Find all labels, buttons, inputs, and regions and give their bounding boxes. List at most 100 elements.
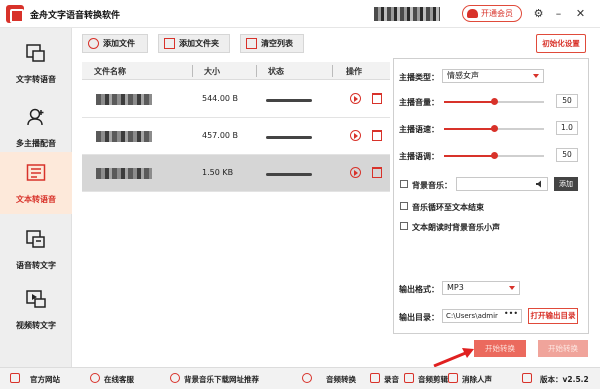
record-link[interactable]: 录音 — [384, 374, 399, 385]
website-link[interactable]: 官方网站 — [30, 374, 60, 385]
sidebar-item-text-to-speech[interactable]: 文字转语音 — [0, 32, 72, 94]
delete-icon[interactable] — [372, 93, 382, 104]
sidebar-item-speech-to-text[interactable]: 语音转文字 — [0, 218, 72, 280]
file-size: 1.50 KB — [202, 168, 234, 177]
add-folder-label: 添加文件夹 — [179, 39, 219, 48]
pitch-slider-fill — [444, 155, 494, 157]
column-divider — [192, 65, 193, 77]
table-row[interactable]: 1.50 KB — [82, 155, 390, 192]
bgm-file-input[interactable] — [456, 177, 548, 191]
column-divider — [256, 65, 257, 77]
chevron-down-icon — [533, 74, 539, 78]
audio-cut-link[interactable]: 音频剪辑 — [418, 374, 448, 385]
version-text: 版本：v2.5.2 — [540, 375, 589, 384]
progress-bar — [266, 136, 312, 139]
delete-icon[interactable] — [372, 167, 382, 178]
reset-settings-button[interactable]: 初始化设置 — [536, 34, 586, 53]
file-name — [96, 94, 152, 105]
volume-slider-fill — [444, 101, 494, 103]
open-output-dir-button[interactable]: 打开输出目录 — [528, 308, 578, 324]
sidebar-item-multi-voice[interactable]: 多主播配音 — [0, 96, 72, 158]
browse-button[interactable]: ••• — [502, 310, 520, 322]
loop-checkbox[interactable] — [400, 202, 408, 210]
video-to-text-icon — [26, 290, 46, 308]
app-logo-icon — [6, 5, 24, 23]
table-header: 文件名称 大小 状态 操作 — [82, 62, 390, 80]
minimize-icon[interactable]: – — [552, 7, 565, 20]
play-icon[interactable] — [350, 93, 361, 104]
format-value: MP3 — [447, 283, 464, 292]
file-name — [96, 168, 152, 179]
bgm-checkbox[interactable] — [400, 180, 408, 188]
speed-slider-fill — [444, 128, 494, 130]
pitch-label: 主播语调： — [399, 152, 439, 161]
voice-type-value: 情感女声 — [447, 71, 479, 80]
vip-label: 开通会员 — [481, 9, 513, 18]
lower-bgm-label: 文本朗读时背景音乐小声 — [412, 223, 500, 232]
clear-icon — [246, 38, 257, 49]
user-account[interactable] — [374, 7, 440, 21]
volume-label: 主播音量： — [399, 98, 439, 107]
speed-slider-handle[interactable] — [491, 125, 498, 132]
sidebar-item-document-to-speech[interactable]: 文本转语音 — [0, 152, 72, 214]
file-name — [96, 131, 152, 142]
column-header-status: 状态 — [268, 67, 284, 76]
sidebar-item-video-to-text[interactable]: 视频转文字 — [0, 278, 72, 340]
vip-button[interactable]: 开通会员 — [462, 5, 522, 22]
add-file-button[interactable]: 添加文件 — [82, 34, 148, 53]
folder-icon — [164, 38, 175, 49]
service-link[interactable]: 在线客服 — [104, 374, 134, 385]
volume-slider-track[interactable] — [494, 101, 544, 103]
lower-bgm-checkbox[interactable] — [400, 222, 408, 230]
vocal-remove-link[interactable]: 消除人声 — [462, 374, 492, 385]
pitch-value[interactable]: 50 — [556, 148, 578, 162]
bgm-download-link[interactable]: 背景音乐下载网址推荐 — [184, 374, 259, 385]
pitch-slider-handle[interactable] — [491, 152, 498, 159]
progress-bar — [266, 173, 312, 176]
file-table: 文件名称 大小 状态 操作 544.00 B 457.00 B 1.50 KB — [82, 62, 390, 192]
volume-slider-handle[interactable] — [491, 98, 498, 105]
bgm-add-button[interactable]: 添加 — [554, 177, 578, 191]
bgm-label: 背景音乐： — [412, 181, 452, 190]
close-icon[interactable]: ✕ — [574, 7, 587, 20]
pitch-slider-track[interactable] — [494, 155, 544, 157]
vocal-remove-icon — [448, 373, 458, 383]
chevron-down-icon — [509, 286, 515, 290]
column-divider — [332, 65, 333, 77]
speed-label: 主播语速： — [399, 125, 439, 134]
audio-convert-link[interactable]: 音频转换 — [326, 374, 356, 385]
column-header-name: 文件名称 — [94, 67, 126, 76]
delete-icon[interactable] — [372, 130, 382, 141]
play-icon[interactable] — [350, 130, 361, 141]
table-row[interactable]: 457.00 B — [82, 118, 390, 155]
start-convert-button[interactable]: 开始转换 — [474, 340, 526, 357]
column-header-action: 操作 — [346, 67, 362, 76]
column-header-size: 大小 — [204, 67, 220, 76]
version-icon — [522, 373, 532, 383]
file-size: 544.00 B — [202, 94, 239, 103]
file-size: 457.00 B — [202, 131, 239, 140]
clear-list-button[interactable]: 清空列表 — [240, 34, 304, 53]
add-folder-button[interactable]: 添加文件夹 — [158, 34, 230, 53]
play-icon[interactable] — [350, 167, 361, 178]
title-bar: 金舟文字语音转换软件 开通会员 ⚙ – ✕ — [0, 0, 600, 28]
website-icon — [10, 373, 20, 383]
sidebar-item-label: 多主播配音 — [16, 139, 56, 148]
speed-slider-track[interactable] — [494, 128, 544, 130]
table-row[interactable]: 544.00 B — [82, 81, 390, 118]
footer-bar: 官方网站 在线客服 背景音乐下载网址推荐 音频转换 录音 音频剪辑 消除人声 版… — [0, 367, 600, 389]
start-convert-secondary-button[interactable]: 开始转换 — [538, 340, 588, 357]
add-icon — [88, 38, 99, 49]
speaker-icon[interactable] — [536, 180, 544, 188]
speed-value[interactable]: 1.0 — [556, 121, 578, 135]
settings-gear-icon[interactable]: ⚙ — [532, 7, 545, 20]
add-file-label: 添加文件 — [103, 39, 135, 48]
arrow-annotation-icon — [433, 348, 474, 368]
volume-value[interactable]: 50 — [556, 94, 578, 108]
voice-type-select[interactable]: 情感女声 — [442, 69, 544, 83]
loop-label: 音乐循环至文本结束 — [412, 203, 484, 212]
record-icon — [370, 373, 380, 383]
clear-list-label: 清空列表 — [261, 39, 293, 48]
format-select[interactable]: MP3 — [442, 281, 520, 295]
sidebar-item-label: 文本转语音 — [16, 195, 56, 204]
